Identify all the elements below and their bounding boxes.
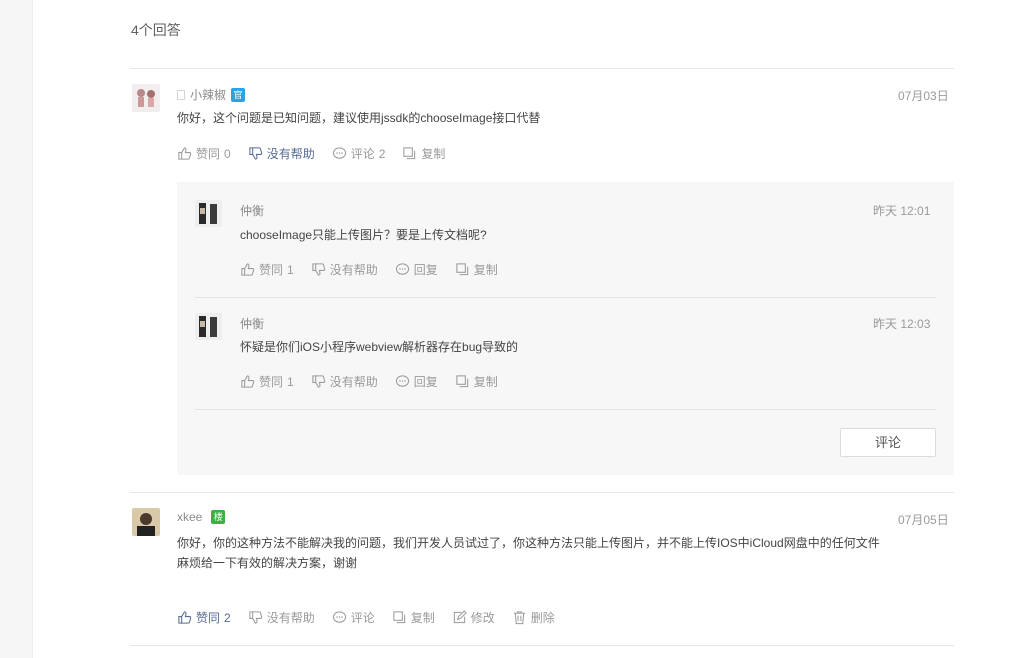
left-rail [0, 0, 33, 658]
avatar[interactable] [195, 200, 222, 227]
comment-content: chooseImage只能上传图片？要是上传文档呢? [240, 228, 487, 242]
username[interactable]: xkee [177, 510, 202, 524]
comment-icon [332, 611, 346, 623]
answer-date: 07月03日 [898, 89, 949, 103]
copy-button[interactable]: 复制 [392, 609, 435, 626]
copy-icon [456, 263, 468, 276]
thumbs-up-icon [178, 147, 192, 160]
comment-button[interactable]: 评论 2 [332, 145, 386, 162]
username[interactable]: 仲衡 [240, 202, 264, 219]
comment-date: 昨天 12:03 [873, 317, 931, 331]
agree-button[interactable]: 赞同 1 [240, 261, 294, 278]
avatar[interactable] [195, 313, 222, 340]
unhelpful-button[interactable]: 没有帮助 [248, 145, 315, 162]
thumbs-down-icon [312, 375, 325, 388]
agree-count: 2 [224, 610, 231, 625]
edit-button[interactable]: 修改 [452, 609, 495, 626]
agree-label: 赞同 [196, 147, 221, 161]
comment-label: 评论 [350, 147, 375, 161]
copy-label: 复制 [473, 375, 498, 389]
username[interactable]: 仲衡 [240, 315, 264, 332]
agree-label: 赞同 [259, 263, 284, 277]
avatar[interactable] [132, 84, 160, 112]
write-comment-button[interactable]: 评论 [840, 428, 936, 457]
answer-user-line: 小辣椒 官 [177, 86, 246, 103]
thumbs-up-icon [241, 375, 255, 388]
answer-content-line: 麻烦给一下有效的解决方案，谢谢 [177, 556, 358, 570]
copy-button[interactable]: 复制 [455, 261, 498, 278]
agree-button[interactable]: 赞同 0 [177, 145, 231, 162]
doc-icon [177, 89, 185, 100]
comment-label: 评论 [350, 611, 375, 625]
agree-count: 1 [287, 262, 294, 277]
reply-label: 回复 [413, 375, 438, 389]
agree-count: 0 [224, 146, 231, 161]
comment-content: 怀疑是你们iOS小程序webview解析器存在bug导致的 [240, 340, 519, 354]
unhelpful-button[interactable]: 没有帮助 [248, 609, 315, 626]
answers-count: 4个回答 [131, 22, 181, 38]
unhelpful-button[interactable]: 没有帮助 [311, 261, 378, 278]
answer-content: 你好，这个问题是已知问题，建议使用jssdk的chooseImage接口代替 [177, 111, 541, 125]
reply-button[interactable]: 回复 [395, 373, 438, 390]
thumbs-down-icon [249, 147, 262, 160]
floor-badge: 楼 [211, 510, 226, 524]
comment-button[interactable]: 评论 [332, 609, 375, 626]
divider [130, 68, 954, 69]
comment-icon [332, 147, 346, 159]
divider [130, 492, 954, 493]
reply-label: 回复 [413, 263, 438, 277]
unhelpful-label: 没有帮助 [329, 375, 378, 389]
agree-count: 1 [287, 374, 294, 389]
unhelpful-label: 没有帮助 [266, 147, 315, 161]
comment-date: 昨天 12:01 [873, 204, 931, 218]
unhelpful-button[interactable]: 没有帮助 [311, 373, 378, 390]
edit-icon [453, 610, 467, 624]
divider [130, 645, 954, 646]
divider [195, 297, 936, 298]
copy-button[interactable]: 复制 [402, 145, 445, 162]
delete-label: 删除 [530, 611, 555, 625]
edit-label: 修改 [470, 611, 495, 625]
answer-actions: 赞同 2 没有帮助 评论 复制 修改 删除 [177, 609, 572, 626]
unhelpful-label: 没有帮助 [266, 611, 315, 625]
agree-label: 赞同 [259, 375, 284, 389]
agree-button[interactable]: 赞同 1 [240, 373, 294, 390]
answer-user-line: xkee 楼 [177, 510, 226, 524]
delete-button[interactable]: 删除 [512, 609, 555, 626]
comment-actions: 赞同 1 没有帮助 回复 复制 [240, 261, 515, 278]
answer-content-line: 你好，你的这种方法不能解决我的问题，我们开发人员试过了，你这种方法只能上传图片，… [177, 536, 880, 550]
comment-count: 2 [378, 146, 386, 161]
comment-icon [395, 375, 409, 387]
answer-date: 07月05日 [898, 513, 949, 527]
thumbs-down-icon [312, 263, 325, 276]
username[interactable]: 小辣椒 [190, 86, 226, 103]
agree-button[interactable]: 赞同 2 [177, 609, 231, 626]
comment-user-line: 仲衡 [240, 202, 264, 219]
copy-button[interactable]: 复制 [455, 373, 498, 390]
trash-icon [513, 611, 525, 625]
avatar[interactable] [132, 508, 160, 536]
copy-label: 复制 [410, 611, 435, 625]
copy-label: 复制 [473, 263, 498, 277]
copy-icon [456, 375, 468, 388]
comment-actions: 赞同 1 没有帮助 回复 复制 [240, 373, 515, 390]
thumbs-up-icon [241, 263, 255, 276]
agree-label: 赞同 [196, 611, 221, 625]
comment-icon [395, 263, 409, 275]
copy-label: 复制 [421, 147, 446, 161]
divider [195, 409, 936, 410]
comment-user-line: 仲衡 [240, 315, 264, 332]
thumbs-down-icon [249, 611, 262, 624]
copy-icon [403, 147, 416, 160]
copy-icon [393, 611, 405, 624]
answer-actions: 赞同 0 没有帮助 评论 2 复制 [177, 145, 462, 162]
unhelpful-label: 没有帮助 [329, 263, 378, 277]
official-badge: 官 [231, 87, 246, 102]
reply-button[interactable]: 回复 [395, 261, 438, 278]
thumbs-up-icon [178, 611, 192, 624]
